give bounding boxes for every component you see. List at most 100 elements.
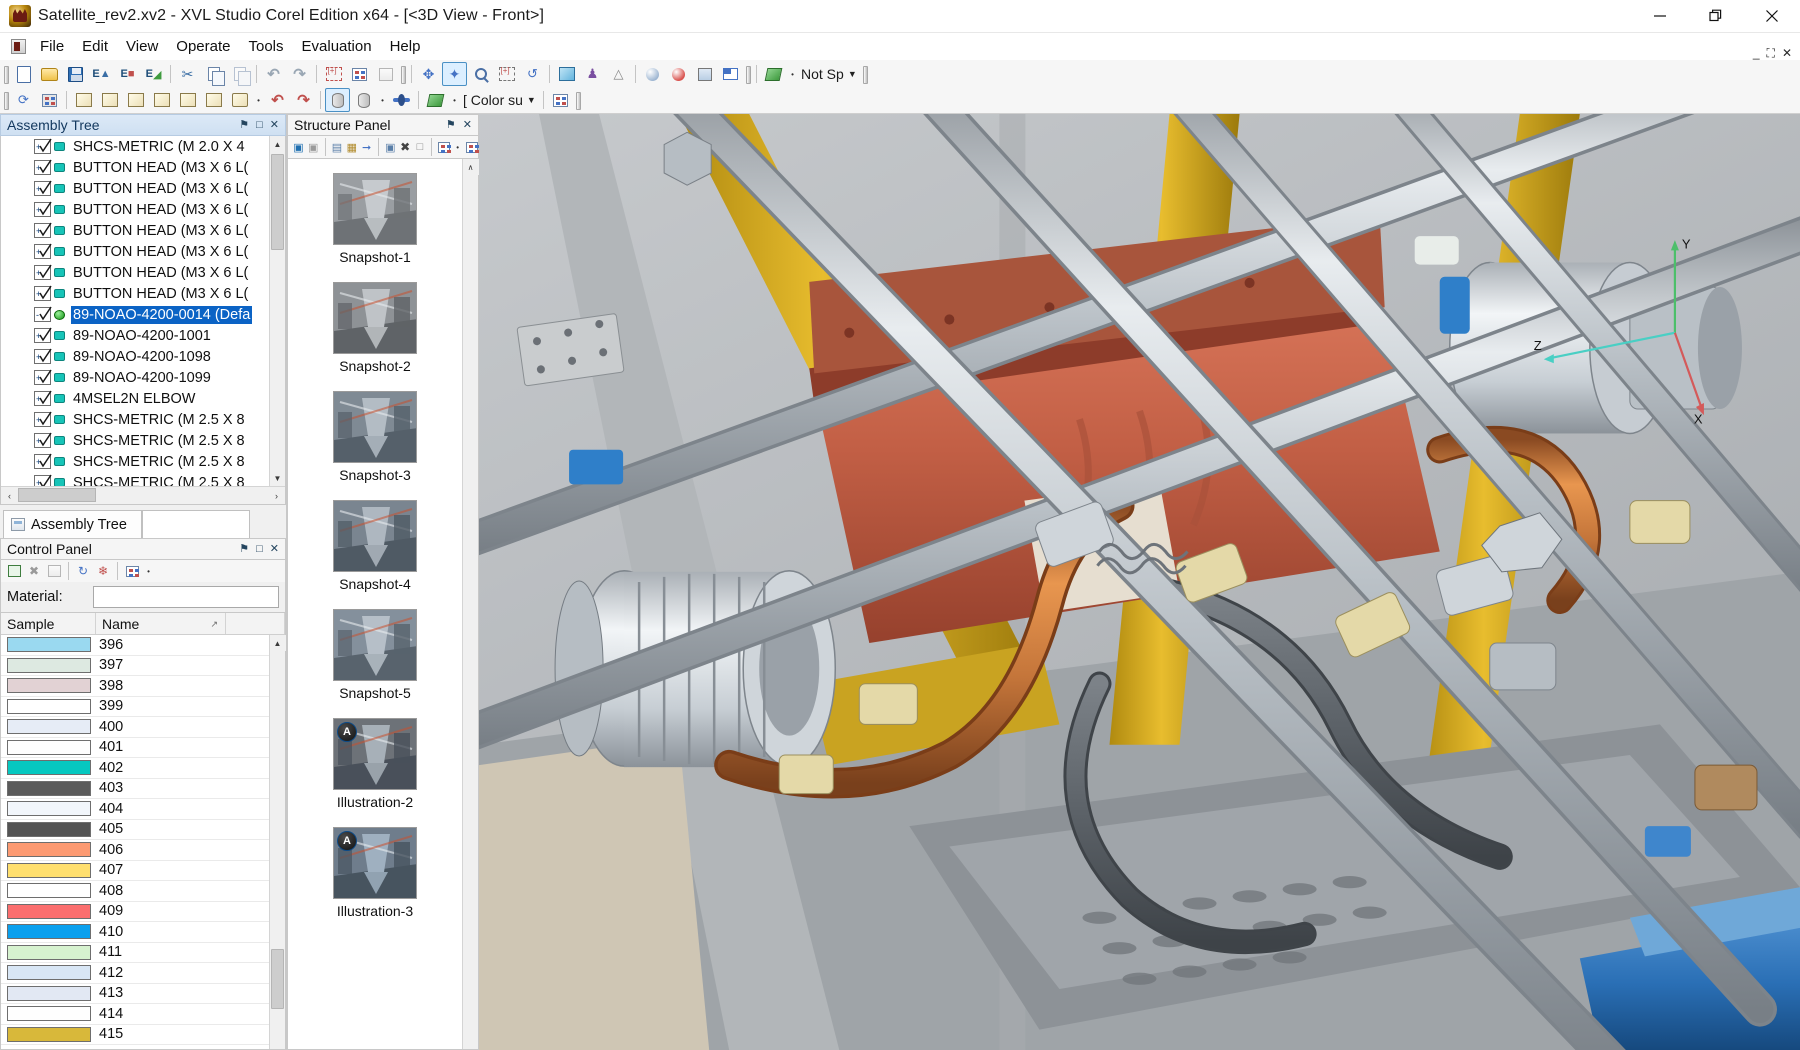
mdi-minimize-icon[interactable]: _ [1753,47,1760,59]
material-row[interactable]: 414 [1,1004,269,1025]
snapshot-item[interactable]: Snapshot-3 [288,391,462,483]
zoom-selected-icon[interactable] [373,62,398,86]
document-system-icon[interactable] [11,39,26,54]
snapshot-thumbnail[interactable] [333,500,417,572]
expand-icon[interactable]: + [34,181,51,196]
material-row[interactable]: 409 [1,902,269,923]
toolbar-grip[interactable] [399,63,407,85]
color-swatch[interactable] [7,986,91,1001]
tree-node[interactable]: +89-NOAO-4200-1099 [1,367,269,388]
material-row[interactable]: 399 [1,697,269,718]
visibility-checkbox[interactable] [39,390,52,406]
toolbar-grip[interactable] [2,89,10,111]
color-swatch[interactable] [7,965,91,980]
view-right-icon[interactable] [149,88,174,112]
box-select-icon[interactable] [494,62,519,86]
material-row[interactable]: 413 [1,984,269,1005]
expand-icon[interactable]: + [34,139,51,154]
visibility-checkbox[interactable] [39,201,52,217]
export-assembly-icon[interactable]: E▲ [89,62,114,86]
copy-icon[interactable] [201,62,226,86]
material-row[interactable]: 406 [1,840,269,861]
color-swatch[interactable] [7,699,91,714]
mdi-restore-icon[interactable]: ⛶ [1767,47,1775,59]
duplicate-snapshot-icon[interactable]: ▤ [331,138,344,156]
tree-node[interactable]: +89-NOAO-4200-1098 [1,346,269,367]
visibility-checkbox[interactable] [39,453,52,469]
maximize-icon[interactable]: □ [256,544,263,555]
shading-combo-arrow[interactable]: ▼ [847,69,860,79]
rotate-ccw-icon[interactable]: ↶ [265,88,290,112]
column-header-extra[interactable] [226,613,285,634]
view-bottom-icon[interactable] [201,88,226,112]
list-view-icon[interactable] [465,138,478,156]
color-swatch[interactable] [7,678,91,693]
tree-node[interactable]: -89-NOAO-4200-0014 (Defa [1,304,269,325]
material-options-dropdown-arrow[interactable]: • [143,562,154,580]
tree-node[interactable]: +BUTTON HEAD (M3 X 6 L( [1,262,269,283]
visibility-checkbox[interactable] [39,285,52,301]
snapshot-thumbnail[interactable] [333,609,417,681]
paint-bucket-icon[interactable] [761,62,786,86]
pin-icon[interactable]: ⚑ [239,120,249,131]
pipe-icon[interactable] [389,88,414,112]
expand-icon[interactable]: + [34,328,51,343]
toolbar-grip[interactable] [861,63,869,85]
paint-icon[interactable] [423,88,448,112]
menu-item-tools[interactable]: Tools [239,35,292,58]
color-swatch[interactable] [7,658,91,673]
view-back-icon[interactable] [97,88,122,112]
color-swatch[interactable] [7,637,91,652]
visibility-checkbox[interactable] [39,222,52,238]
pan-icon[interactable]: ✥ [416,62,441,86]
save-icon[interactable] [63,62,88,86]
close-icon[interactable]: ✕ [270,120,279,131]
color-swatch[interactable] [7,740,91,755]
material-row[interactable]: 402 [1,758,269,779]
annotate-icon[interactable]: △ [606,62,631,86]
section-icon[interactable] [554,62,579,86]
open-folder-icon[interactable] [37,62,62,86]
tree-node[interactable]: +SHCS-METRIC (M 2.5 X 8 [1,409,269,430]
mdi-close-icon[interactable]: ✕ [1782,47,1792,59]
material-table-scrollbar[interactable]: ▲ [269,635,285,1049]
tree-node[interactable]: +BUTTON HEAD (M3 X 6 L( [1,199,269,220]
material-row[interactable]: 415 [1,1025,269,1046]
scrollbar-thumb[interactable] [271,949,284,1009]
color-swatch[interactable] [7,883,91,898]
color-swatch[interactable] [7,781,91,796]
scroll-right-icon[interactable]: › [268,487,285,504]
toolbar-grip[interactable] [744,63,752,85]
visibility-checkbox[interactable] [39,411,52,427]
rotate-cw-icon[interactable]: ↷ [291,88,316,112]
tree-node[interactable]: +BUTTON HEAD (M3 X 6 L( [1,178,269,199]
snapshot-thumbnail[interactable] [333,391,417,463]
column-header-name[interactable]: Name ↗ [96,613,226,634]
toolbar-grip[interactable] [574,89,582,111]
shading-small-icon[interactable] [640,62,665,86]
snapshot-item[interactable]: Snapshot-1 [288,173,462,265]
snapshot-thumbnail[interactable] [333,173,417,245]
delete-snapshot-icon[interactable]: ✖ [399,138,412,156]
shading-large-icon[interactable] [666,62,691,86]
delete-material-icon[interactable]: ✖ [25,562,43,580]
color-combo-arrow[interactable]: ▼ [526,95,539,105]
color-swatch[interactable] [7,822,91,837]
snapshot-item[interactable]: AIllustration-3 [288,827,462,919]
export-shape-icon[interactable]: E◢ [141,62,166,86]
scroll-left-icon[interactable]: ‹ [1,487,18,504]
expand-icon[interactable]: + [34,349,51,364]
scroll-up-icon[interactable]: ∧ [463,159,479,175]
visibility-checkbox[interactable] [39,180,52,196]
visibility-checkbox[interactable] [39,138,52,154]
color-swatch[interactable] [7,801,91,816]
restore-icon[interactable] [1688,0,1744,33]
collapse-icon[interactable]: - [34,307,51,322]
zoom-icon[interactable] [468,62,493,86]
close-icon[interactable] [1744,0,1800,33]
expand-icon[interactable]: + [34,412,51,427]
tree-node[interactable]: +BUTTON HEAD (M3 X 6 L( [1,241,269,262]
material-row[interactable]: 412 [1,963,269,984]
visibility-checkbox[interactable] [39,432,52,448]
color-combo-value[interactable]: [ Color su [461,92,525,108]
